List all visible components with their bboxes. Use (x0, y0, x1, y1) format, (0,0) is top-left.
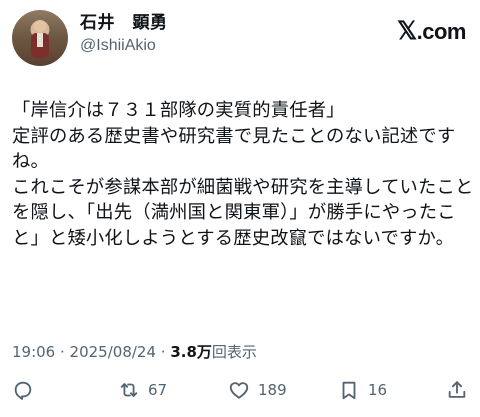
post-header: 石井 顕勇 @IshiiAkio 𝕏.com (12, 10, 468, 68)
share-button[interactable] (446, 376, 476, 404)
post-line: 定評のある歴史書や研究書で見たことのない記述ですね。 (12, 125, 456, 173)
x-logo-icon: 𝕏 (396, 17, 417, 45)
repost-icon (120, 383, 138, 397)
bookmark-button[interactable]: 16 (338, 376, 387, 404)
action-bar: 67 189 16 (0, 376, 480, 406)
avatar-photo (31, 20, 49, 58)
bookmark-icon (342, 381, 356, 400)
post-line: これこそが参謀本部が細菌戦や研究を主導していたことを隠し、「出先（満州国と関東軍… (12, 176, 474, 249)
display-name[interactable]: 石井 顕勇 (80, 12, 168, 34)
like-button[interactable]: 189 (228, 376, 287, 404)
post-text: 「岸信介は７３１部隊の実質的責任者」 定評のある歴史書や研究書で見たことのない記… (12, 98, 476, 251)
share-icon (448, 381, 466, 398)
heart-icon (229, 382, 249, 399)
avatar[interactable] (12, 10, 68, 66)
view-count: 3.8万 (170, 343, 212, 361)
user-handle[interactable]: @IshiiAkio (80, 34, 168, 58)
bookmark-count: 16 (368, 381, 388, 399)
post-time[interactable]: 19:06 (12, 343, 55, 361)
repost-count: 67 (148, 381, 168, 399)
user-block: 石井 顕勇 @IshiiAkio (80, 12, 168, 58)
reply-icon (14, 381, 32, 400)
view-label: 回表示 (211, 343, 257, 361)
x-logo: 𝕏.com (396, 16, 467, 46)
reply-button[interactable] (12, 376, 42, 404)
meta-separator: · (55, 343, 70, 361)
repost-button[interactable]: 67 (118, 376, 167, 404)
like-count: 189 (258, 381, 287, 399)
post-line: 「岸信介は７３１部隊の実質的責任者」 (12, 100, 345, 121)
post-meta: 19:06 · 2025/08/24 · 3.8万回表示 (12, 341, 257, 362)
post-date[interactable]: 2025/08/24 (70, 343, 156, 361)
meta-separator: · (156, 343, 171, 361)
brand-suffix: .com (416, 19, 467, 44)
